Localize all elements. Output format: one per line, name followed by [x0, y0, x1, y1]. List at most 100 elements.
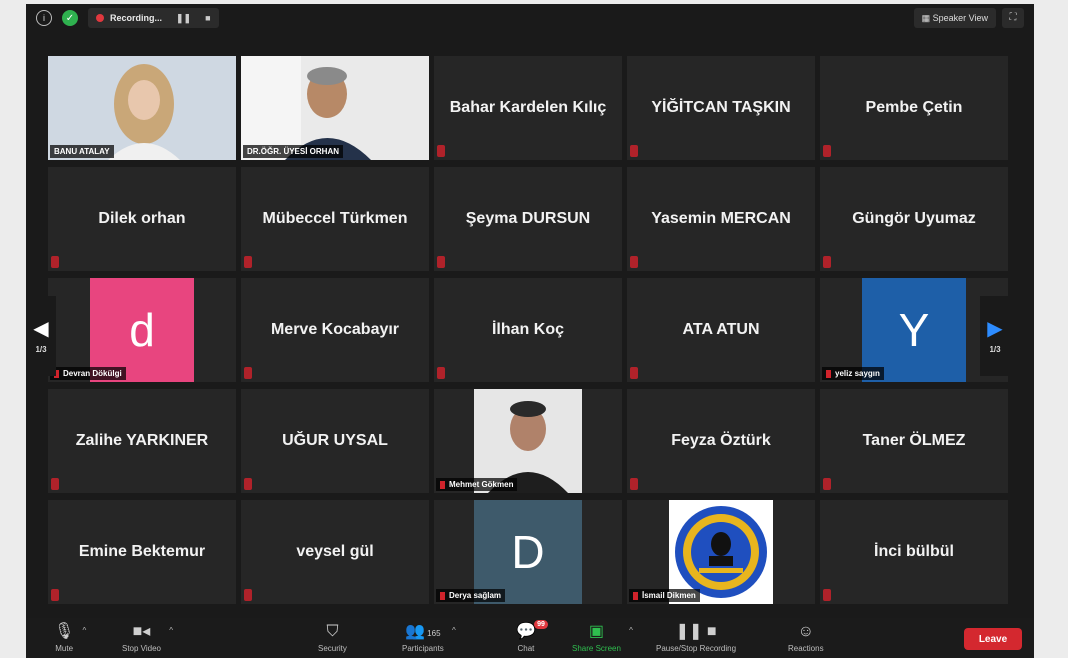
participant-tile-orhan[interactable]: DR.ÖĞR. ÜYESİ ORHAN: [241, 56, 429, 160]
participant-name: veysel gül: [296, 543, 374, 560]
participant-tile[interactable]: Güngör Uyumaz: [820, 167, 1008, 271]
participants-label: Participants: [402, 644, 444, 653]
participant-tile[interactable]: Zalihe YARKINER: [48, 389, 236, 493]
muted-mic-icon: [823, 145, 831, 157]
participant-tile-mehmet[interactable]: Mehmet Gökmen: [434, 389, 622, 493]
participant-tile[interactable]: Bahar Kardelen Kılıç: [434, 56, 622, 160]
muted-mic-icon: [437, 256, 445, 268]
participant-name-label: Mehmet Gökmen: [436, 478, 518, 491]
participant-name-label: Devran Dökülgi: [50, 367, 126, 380]
muted-mic-icon: [244, 589, 252, 601]
participant-tile[interactable]: UĞUR UYSAL: [241, 389, 429, 493]
participant-name: Pembe Çetin: [865, 99, 963, 116]
security-label: Security: [318, 644, 347, 653]
participant-tile[interactable]: Mübeccel Türkmen: [241, 167, 429, 271]
participant-name: İnci bülbül: [874, 543, 954, 560]
muted-mic-icon: [437, 367, 445, 379]
muted-mic-icon: [244, 256, 252, 268]
participant-tile[interactable]: veysel gül: [241, 500, 429, 604]
muted-mic-icon: [244, 478, 252, 490]
info-icon[interactable]: i: [36, 10, 52, 26]
muted-mic-icon: [630, 145, 638, 157]
participant-name: İlhan Koç: [491, 321, 564, 338]
previous-page-button[interactable]: ◀ 1/3: [26, 296, 56, 376]
muted-mic-icon: [630, 478, 638, 490]
participant-tile[interactable]: Şeyma DURSUN: [434, 167, 622, 271]
share-screen-icon: ▣: [588, 623, 605, 640]
chat-unread-badge: 99: [534, 620, 548, 629]
participant-name: Mübeccel Türkmen: [262, 210, 408, 227]
participant-tile-banu-atalay[interactable]: BANU ATALAY: [48, 56, 236, 160]
muted-mic-icon: [630, 367, 638, 379]
gallery-grid: BANU ATALAY DR.ÖĞR. ÜYESİ ORHAN Bahar Ka…: [48, 56, 1012, 612]
fullscreen-icon[interactable]: ⛶: [1002, 8, 1024, 28]
security-button[interactable]: ⛉ Security: [318, 622, 347, 653]
participant-tile-devran[interactable]: d Devran Dökülgi: [48, 278, 236, 382]
participant-tile[interactable]: Merve Kocabayır: [241, 278, 429, 382]
participant-tile[interactable]: İlhan Koç: [434, 278, 622, 382]
recording-indicator[interactable]: Recording... ❚❚ ■: [88, 8, 219, 28]
participant-tile-derya[interactable]: D Derya sağlam: [434, 500, 622, 604]
muted-mic-icon: [437, 145, 445, 157]
muted-mic-icon: [440, 480, 445, 489]
muted-mic-icon: [51, 478, 59, 490]
participant-tile-ismail[interactable]: İsmail Dikmen: [627, 500, 815, 604]
participant-name: Merve Kocabayır: [270, 321, 400, 338]
participant-name: Bahar Kardelen Kılıç: [449, 99, 607, 116]
muted-mic-icon: [633, 591, 638, 600]
participant-name: Taner ÖLMEZ: [862, 432, 966, 449]
pause-recording-icon[interactable]: ❚❚: [176, 13, 191, 24]
share-screen-label: Share Screen: [572, 644, 621, 653]
participant-name: Emine Bektemur: [78, 543, 206, 560]
participant-tile[interactable]: İnci bülbül: [820, 500, 1008, 604]
grid-icon: ▦: [921, 13, 933, 23]
participant-name: UĞUR UYSAL: [282, 432, 388, 449]
shield-icon[interactable]: ✓: [62, 10, 78, 26]
page-indicator: 1/3: [989, 344, 1001, 354]
muted-mic-icon: [51, 256, 59, 268]
participant-name: Güngör Uyumaz: [852, 210, 976, 227]
muted-mic-icon: [630, 256, 638, 268]
share-screen-button[interactable]: ▣ Share Screen ^: [572, 622, 633, 653]
video-camera-icon: ■◂: [132, 623, 151, 640]
reactions-button[interactable]: ☺ Reactions: [788, 622, 824, 653]
participant-tile[interactable]: Emine Bektemur: [48, 500, 236, 604]
stop-video-button[interactable]: ■◂ Stop Video ^: [122, 622, 173, 653]
participant-tile[interactable]: Taner ÖLMEZ: [820, 389, 1008, 493]
chevron-up-icon[interactable]: ^: [629, 626, 633, 635]
chat-button[interactable]: 💬 99 Chat: [516, 620, 548, 653]
chevron-up-icon[interactable]: ^: [452, 626, 456, 635]
pause-stop-recording-button[interactable]: ❚❚ ■ Pause/Stop Recording: [656, 622, 736, 653]
chat-icon: 💬: [516, 623, 536, 640]
participant-tile[interactable]: YİĞİTCAN TAŞKIN: [627, 56, 815, 160]
participants-icon: 👥 165: [405, 623, 441, 640]
participant-name: Yasemin MERCAN: [651, 210, 791, 227]
participant-name-label: yeliz saygın: [822, 367, 884, 380]
participants-count: 165: [427, 629, 441, 638]
next-page-button[interactable]: ▶ 1/3: [980, 296, 1010, 376]
participant-tile[interactable]: Dilek orhan: [48, 167, 236, 271]
participant-tile[interactable]: Yasemin MERCAN: [627, 167, 815, 271]
stop-recording-icon[interactable]: ■: [205, 13, 210, 23]
participants-button[interactable]: 👥 165 Participants ^: [402, 622, 456, 653]
smiley-icon: ☺: [797, 623, 814, 640]
chevron-up-icon[interactable]: ^: [83, 626, 87, 635]
mute-button[interactable]: 🎙 Mute ^: [54, 622, 86, 653]
zoom-window: i ✓ Recording... ❚❚ ■ ▦ Speaker View ⛶ B…: [26, 4, 1034, 658]
chevron-up-icon[interactable]: ^: [169, 626, 173, 635]
participant-tile[interactable]: ATA ATUN: [627, 278, 815, 382]
speaker-view-button[interactable]: ▦ Speaker View: [913, 8, 996, 28]
mute-label: Mute: [55, 644, 74, 653]
chevron-left-icon: ◀: [33, 317, 49, 340]
recording-label: Recording...: [110, 13, 163, 23]
participant-tile[interactable]: Pembe Çetin: [820, 56, 1008, 160]
recording-dot-icon: [96, 14, 104, 22]
leave-button[interactable]: Leave: [964, 628, 1022, 650]
view-label: Speaker View: [932, 13, 988, 23]
participant-tile[interactable]: Feyza Öztürk: [627, 389, 815, 493]
muted-mic-icon: [440, 591, 445, 600]
chat-label: Chat: [517, 644, 535, 653]
meeting-toolbar: 🎙 Mute ^ ■◂ Stop Video ^ ⛉ Security 👥 165…: [26, 618, 1034, 658]
pause-stop-icon: ❚❚ ■: [675, 623, 717, 640]
shield-icon: ⛉: [326, 623, 339, 640]
